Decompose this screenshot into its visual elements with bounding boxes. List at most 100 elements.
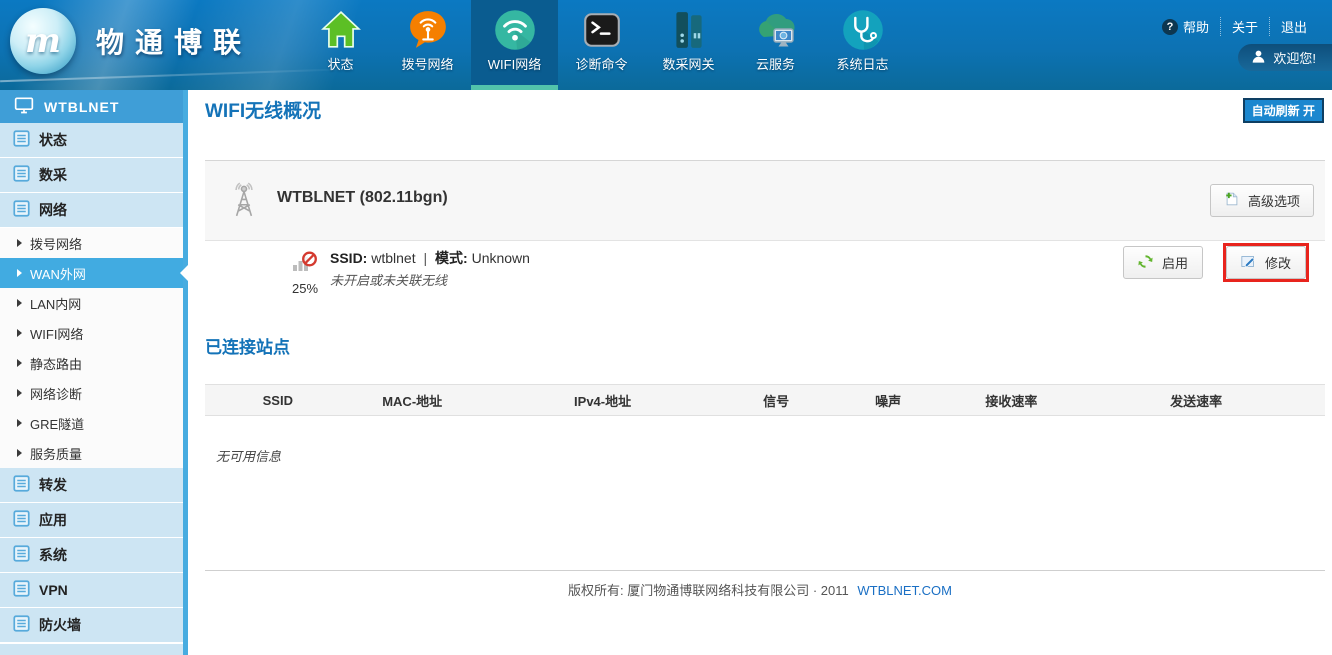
sidebar-sub-wifi[interactable]: WIFI网络 <box>0 318 183 348</box>
page-title: WIFI无线概况 <box>205 96 321 123</box>
brand-name: 物通博联 <box>96 21 252 61</box>
help-link[interactable]: ? 帮助 <box>1151 17 1220 36</box>
main-content: WIFI无线概况 自动刷新 开 WTBLNET (802.11bgn) 高级选项 <box>188 90 1332 655</box>
caret-right-icon <box>17 239 22 247</box>
sidebar: WTBLNET 状态 数采 网络 拨号网络 WAN外网 LAN内网 WIF <box>0 90 188 655</box>
signal-percent: 25% <box>283 281 327 296</box>
footer: 版权所有: 厦门物通博联网络科技有限公司 · 2011 WTBLNET.COM <box>188 580 1332 599</box>
wifi-icon <box>493 7 537 53</box>
list-icon <box>13 510 30 530</box>
router-admin-page: m 物通博联 状态 拨号网络 WIFI网络 <box>0 0 1332 655</box>
sidebar-item-data-acquisition[interactable]: 数采 <box>0 158 183 193</box>
welcome-text: 欢迎您! <box>1273 48 1316 67</box>
no-signal-icon <box>292 250 319 273</box>
sidebar-item-vpn[interactable]: VPN <box>0 573 183 608</box>
sidebar-item-forwarding[interactable]: 转发 <box>0 468 183 503</box>
sidebar-sub-gre-tunnel[interactable]: GRE隧道 <box>0 408 183 438</box>
brand-logo: m 物通博联 <box>10 8 252 74</box>
tab-diagnostic-command[interactable]: 诊断命令 <box>558 0 645 90</box>
sidebar-sub-qos[interactable]: 服务质量 <box>0 438 183 468</box>
wifi-status-row: 25% SSID: wtblnet | 模式: Unknown 未开启或未关联无… <box>205 240 1325 310</box>
caret-right-icon <box>17 329 22 337</box>
advanced-options-icon <box>1224 191 1240 210</box>
tab-system-log[interactable]: 系统日志 <box>819 0 906 90</box>
antenna-tower-icon <box>225 181 263 224</box>
list-icon <box>13 615 30 635</box>
list-icon <box>13 475 30 495</box>
list-icon <box>13 200 30 220</box>
separator: | <box>419 250 431 266</box>
auto-refresh-toggle[interactable]: 自动刷新 开 <box>1243 98 1324 123</box>
tab-data-gateway[interactable]: 数采网关 <box>645 0 732 90</box>
connected-stations-title: 已连接站点 <box>205 333 290 358</box>
sidebar-sub-lan[interactable]: LAN内网 <box>0 288 183 318</box>
mode-label: 模式: <box>435 250 468 266</box>
enable-button-wrap: 启用 <box>1123 246 1203 279</box>
enable-button[interactable]: 启用 <box>1123 246 1203 279</box>
list-icon <box>13 580 30 600</box>
sidebar-item-firewall[interactable]: 防火墙 <box>0 608 183 643</box>
sidebar-sub-static-route[interactable]: 静态路由 <box>0 348 183 378</box>
logo-sphere-icon: m <box>10 8 76 74</box>
sidebar-device-header: WTBLNET <box>0 90 183 123</box>
tab-cloud-service[interactable]: 云服务 <box>732 0 819 90</box>
ssid-info-line: SSID: wtblnet | 模式: Unknown <box>330 248 530 268</box>
caret-right-icon <box>17 419 22 427</box>
wifi-panel-header: WTBLNET (802.11bgn) 高级选项 <box>205 160 1325 241</box>
column-mac: MAC-地址 <box>351 391 474 410</box>
list-icon <box>13 545 30 565</box>
sidebar-sub-wan[interactable]: WAN外网 <box>0 258 183 288</box>
ssid-value: wtblnet <box>371 250 415 266</box>
empty-table-message: 无可用信息 <box>216 446 281 465</box>
gateway-icon <box>668 7 710 53</box>
header-links: ? 帮助 关于 退出 <box>1151 17 1318 36</box>
sidebar-item-status[interactable]: 状态 <box>0 123 183 158</box>
mode-value: Unknown <box>472 250 530 266</box>
caret-right-icon <box>17 449 22 457</box>
user-icon <box>1251 49 1266 67</box>
column-ipv4: IPv4-地址 <box>474 391 732 410</box>
caret-right-icon <box>17 359 22 367</box>
cloud-service-icon <box>753 7 799 53</box>
sidebar-truncated-item <box>0 643 183 655</box>
sidebar-item-system[interactable]: 系统 <box>0 538 183 573</box>
sidebar-item-applications[interactable]: 应用 <box>0 503 183 538</box>
tab-status[interactable]: 状态 <box>297 0 384 90</box>
footer-divider <box>205 570 1325 571</box>
modify-button[interactable]: 修改 <box>1226 246 1306 279</box>
refresh-icon <box>1138 254 1153 272</box>
wifi-panel-title: WTBLNET (802.11bgn) <box>277 189 448 207</box>
top-nav-tabs: 状态 拨号网络 WIFI网络 诊断命令 <box>297 0 906 90</box>
terminal-icon <box>581 7 623 53</box>
column-tx-rate: 发送速率 <box>1067 391 1325 410</box>
column-signal: 信号 <box>731 391 821 410</box>
column-noise: 噪声 <box>821 391 955 410</box>
top-header: m 物通博联 状态 拨号网络 WIFI网络 <box>0 0 1332 90</box>
sidebar-sub-network-diagnosis[interactable]: 网络诊断 <box>0 378 183 408</box>
stations-table-header: SSID MAC-地址 IPv4-地址 信号 噪声 接收速率 发送速率 <box>205 384 1325 416</box>
advanced-options-button[interactable]: 高级选项 <box>1210 184 1314 217</box>
copyright-text: 版权所有: 厦门物通博联网络科技有限公司 · 2011 <box>568 583 849 598</box>
caret-right-icon <box>17 299 22 307</box>
about-link[interactable]: 关于 <box>1220 17 1269 36</box>
caret-right-icon <box>17 269 22 277</box>
system-log-icon <box>841 7 885 53</box>
list-icon <box>13 130 30 150</box>
device-name: WTBLNET <box>44 99 119 115</box>
tab-wifi-network[interactable]: WIFI网络 <box>471 0 558 90</box>
highlight-box: 修改 <box>1223 243 1309 282</box>
welcome-pill[interactable]: 欢迎您! <box>1238 44 1332 71</box>
wifi-status-text: 未开启或未关联无线 <box>330 270 447 289</box>
help-icon: ? <box>1162 19 1178 35</box>
home-icon <box>320 7 362 53</box>
logout-link[interactable]: 退出 <box>1269 17 1318 36</box>
sidebar-sub-dial-network[interactable]: 拨号网络 <box>0 228 183 258</box>
signal-indicator: 25% <box>283 250 327 296</box>
list-icon <box>13 165 30 185</box>
caret-right-icon <box>17 389 22 397</box>
tab-dial-network[interactable]: 拨号网络 <box>384 0 471 90</box>
dial-network-icon <box>407 7 449 53</box>
sidebar-item-network[interactable]: 网络 <box>0 193 183 228</box>
footer-link[interactable]: WTBLNET.COM <box>857 583 952 598</box>
monitor-icon <box>14 95 34 118</box>
